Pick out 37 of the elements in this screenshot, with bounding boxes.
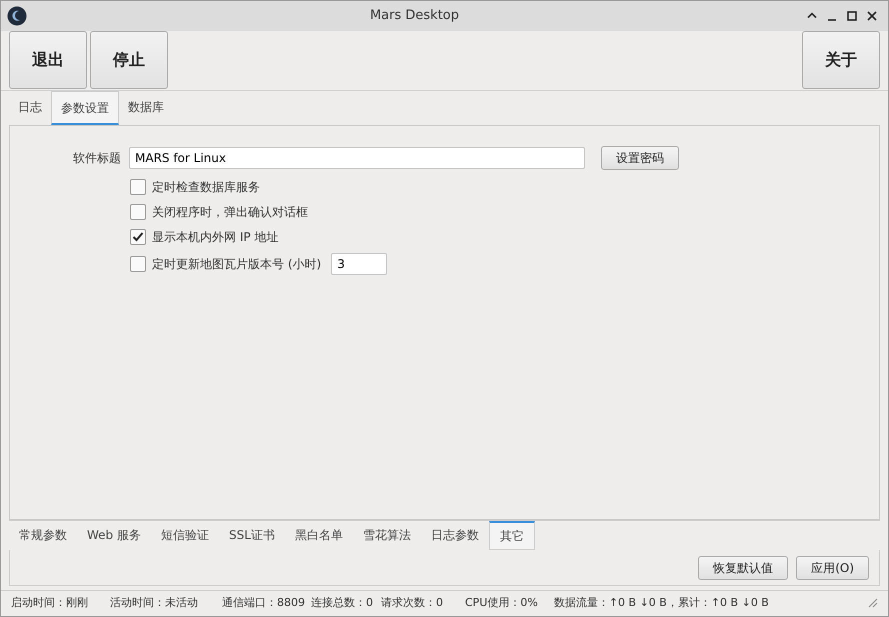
checkbox-label: 定时检查数据库服务 [152,179,260,196]
tab[interactable]: Web 服务 [77,521,151,550]
status-text: 通信端口：8809 [222,595,305,612]
checkbox[interactable] [130,229,146,245]
checkbox-label: 定时更新地图瓦片版本号 (小时) [152,256,322,273]
status-text: 启动时间：刚刚 [11,595,88,612]
checkbox[interactable] [130,179,146,195]
toolbar-button[interactable]: 关于 [802,31,880,89]
checkbox[interactable] [130,256,146,272]
tab[interactable]: 短信验证 [150,521,219,550]
status-text: 连接总数：0 [311,595,373,612]
checkbox-label: 显示本机内外网 IP 地址 [152,229,278,246]
tab[interactable]: 日志参数 [420,521,489,550]
toolbar-button[interactable]: 退出 [9,31,87,89]
app-logo-icon [7,6,27,26]
window-title: Mars Desktop [368,7,460,26]
toolbar-button[interactable]: 停止 [90,31,168,89]
set-password-button[interactable]: 设置密码 [601,146,679,170]
checkbox[interactable] [130,204,146,220]
tab[interactable]: 黑白名单 [284,521,353,550]
tab[interactable]: 雪花算法 [352,521,421,550]
tab[interactable]: 参数设置 [51,91,119,125]
action-button[interactable]: 恢复默认值 [698,556,788,580]
tab[interactable]: 数据库 [119,91,173,125]
tab[interactable]: 常规参数 [9,521,77,550]
status-text: 请求次数：0 [381,595,443,612]
field-label: 软件标题 [72,150,121,167]
tab[interactable]: 其它 [488,521,535,550]
title-input-field[interactable]: MARS for Linux [129,147,585,169]
tab[interactable]: 日志 [9,91,51,125]
status-text: CPU使用：0% [465,595,538,612]
status-text: 活动时间：未活动 [110,595,198,612]
tab[interactable]: SSL证书 [218,521,285,550]
status-text: 数据流量：↑0 B ↓0 B，累计：↑0 B ↓0 B [554,595,769,612]
action-button[interactable]: 应用(O) [796,556,869,580]
checkbox-label: 关闭程序时，弹出确认对话框 [152,204,308,221]
hours-input-field[interactable]: 3 [331,253,388,275]
